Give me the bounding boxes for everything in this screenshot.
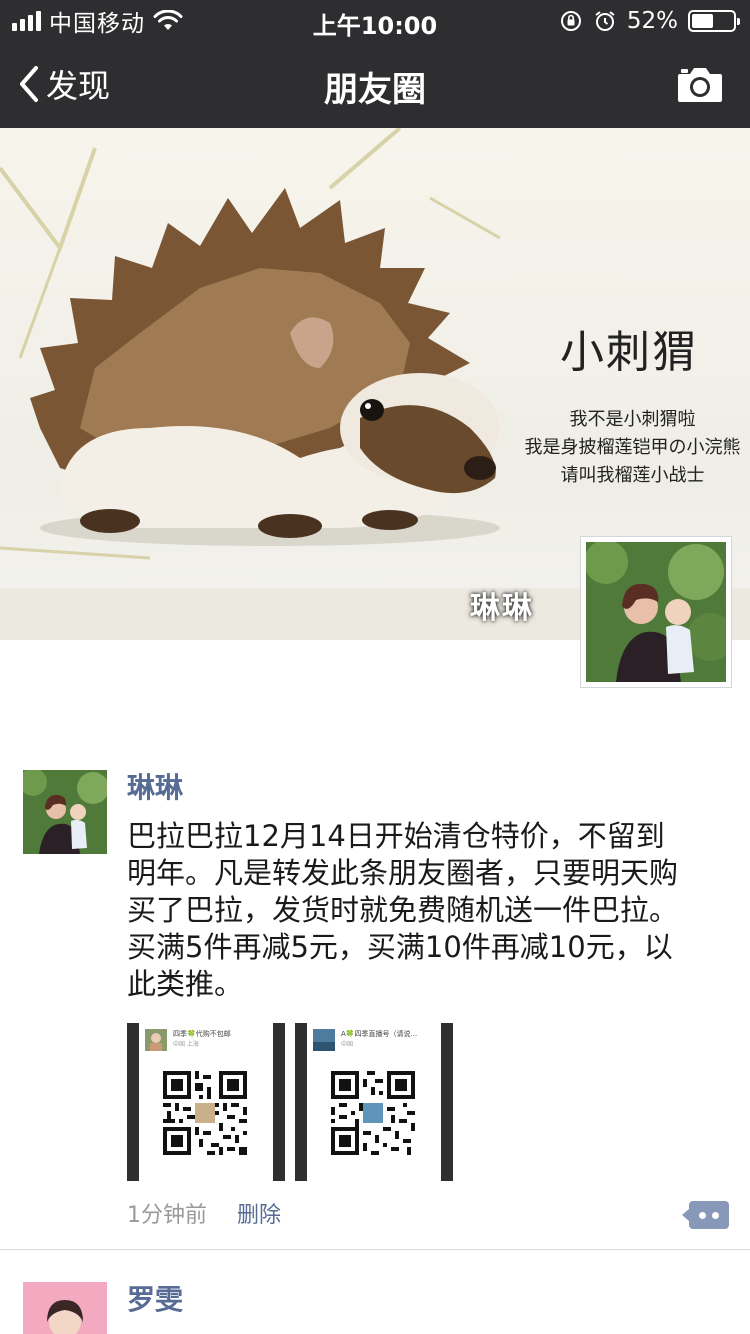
comment-icon[interactable] [682, 1201, 729, 1229]
qr-code-icon [331, 1071, 415, 1155]
cover-line: 我不是小刺猬啦 [569, 409, 696, 430]
profile-avatar[interactable] [580, 536, 732, 688]
qr-card-header: 四季🍀代购不包邮 中国 上海 [145, 1029, 267, 1063]
camera-icon[interactable] [676, 64, 724, 104]
post-text: 巴拉巴拉12月14日开始清仓特价，不留到明年。凡是转发此条朋友圈者，只要明天购买… [127, 819, 679, 1001]
orientation-lock-icon [560, 11, 581, 31]
qr-card-name: 四季🍀代购不包邮 [173, 1030, 231, 1038]
post-images: 四季🍀代购不包邮 中国 上海 A🍀四季直播号（请说... 中国 [127, 1023, 697, 1181]
avatar-photo [586, 542, 726, 682]
post-image[interactable]: A🍀四季直播号（请说... 中国 [295, 1023, 453, 1181]
battery-fill [692, 14, 713, 28]
qr-card: 四季🍀代购不包邮 中国 上海 [139, 1023, 273, 1181]
post-image[interactable]: 四季🍀代购不包邮 中国 上海 [127, 1023, 285, 1181]
battery-percent: 52% [626, 8, 678, 34]
post-author[interactable]: 琳琳 [127, 768, 697, 808]
status-bar: 中国移动 上午10:00 52% [0, 0, 750, 40]
cover-owner-name: 琳琳 [470, 591, 534, 626]
page-title: 朋友圈 [324, 70, 426, 110]
qr-card-region: 中国 上海 [173, 1041, 199, 1048]
battery-icon [688, 10, 740, 32]
qr-code-icon [163, 1071, 247, 1155]
qr-card: A🍀四季直播号（请说... 中国 [307, 1023, 441, 1181]
qr-card-header: A🍀四季直播号（请说... 中国 [313, 1029, 435, 1063]
delete-button[interactable]: 删除 [237, 1199, 281, 1233]
qr-owner-avatar [313, 1029, 335, 1051]
status-right: 52% [559, 8, 740, 34]
cover-caption: 我不是小刺猬啦 我是身披榴莲铠甲の小浣熊 请叫我榴莲小战士 [520, 406, 745, 490]
cover-title: 小刺猬 [560, 327, 698, 378]
nav-bar: 发现 朋友圈 [0, 40, 750, 128]
post-body: 琳琳 巴拉巴拉12月14日开始清仓特价，不留到明年。凡是转发此条朋友圈者，只要明… [127, 760, 729, 1233]
post-avatar[interactable] [23, 770, 107, 854]
alarm-icon [595, 11, 615, 31]
cover-line: 我是身披榴莲铠甲の小浣熊 [524, 437, 741, 458]
post-author[interactable]: 罗雯 [127, 1280, 183, 1320]
post-divider [0, 1249, 750, 1250]
post-time: 1分钟前 [127, 1203, 207, 1228]
avatar-photo [23, 1282, 107, 1334]
qr-owner-avatar [145, 1029, 167, 1051]
cover-line: 请叫我榴莲小战士 [560, 465, 705, 486]
post-meta: 1分钟前 删除 [127, 1199, 729, 1233]
avatar-photo [23, 770, 107, 854]
qr-card-name: A🍀四季直播号（请说... [341, 1030, 418, 1038]
post-avatar[interactable] [23, 1282, 107, 1334]
qr-card-region: 中国 [341, 1041, 354, 1048]
